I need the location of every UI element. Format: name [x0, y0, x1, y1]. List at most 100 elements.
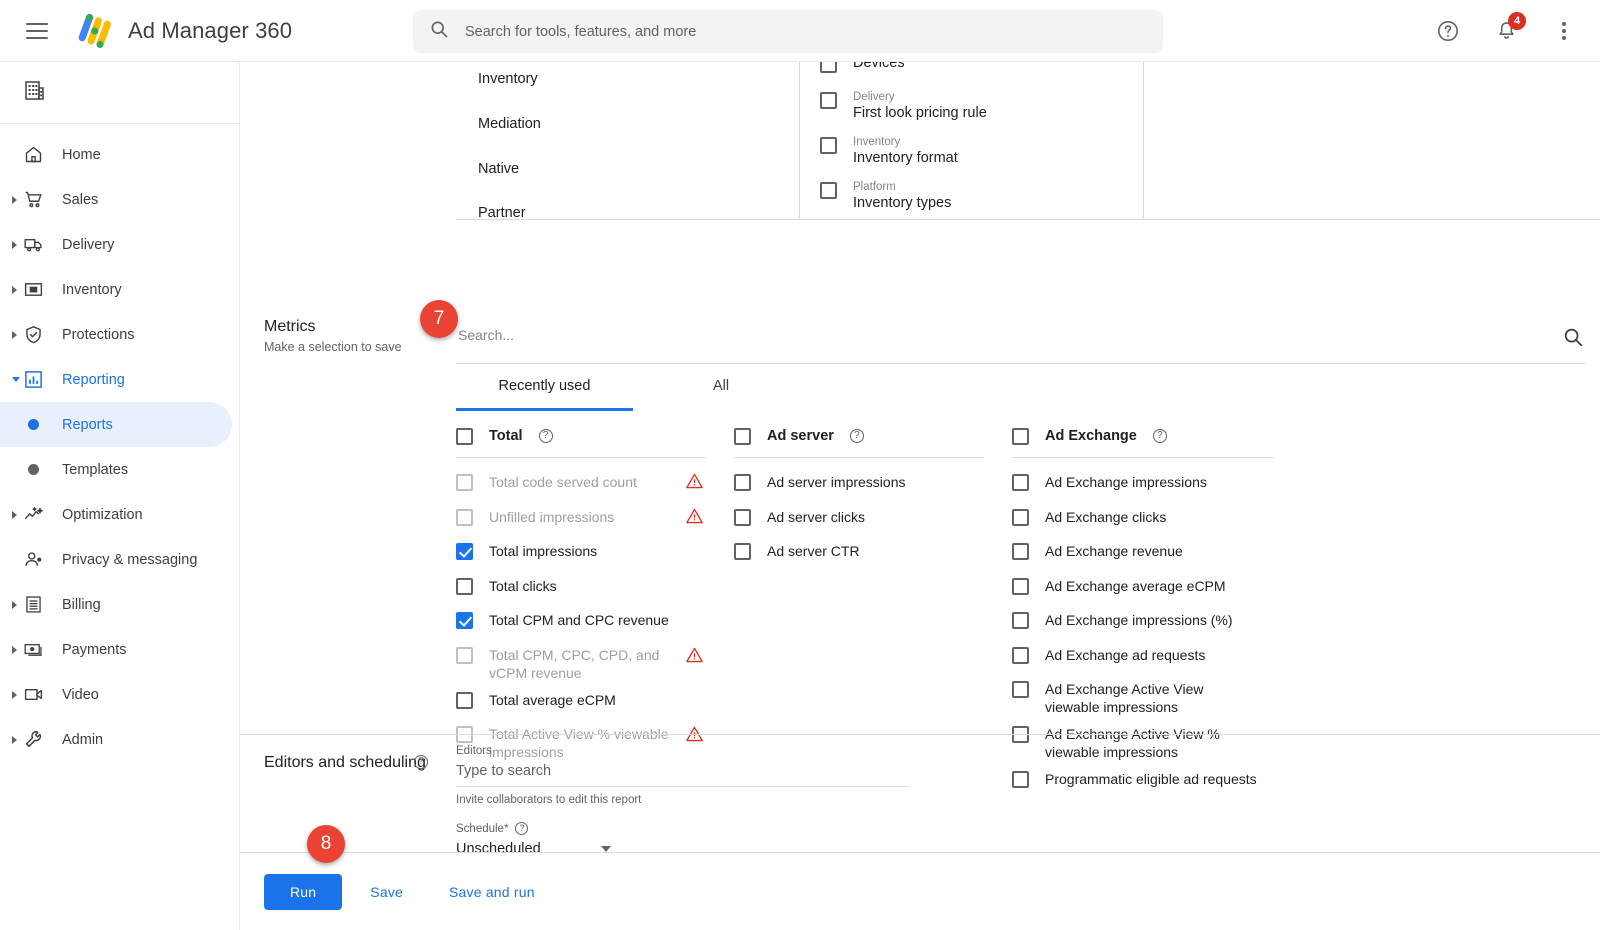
dimension-category[interactable]: Partner — [478, 205, 526, 221]
account-name-redacted — [62, 78, 184, 108]
run-button[interactable]: Run — [264, 873, 343, 910]
metric-option[interactable]: Total code served count — [456, 472, 734, 499]
metric-option[interactable]: Ad server CTR — [734, 541, 1012, 568]
dimension-checkbox[interactable] — [820, 92, 837, 109]
help-circle-icon[interactable] — [1430, 13, 1466, 49]
metric-checkbox[interactable] — [1012, 646, 1029, 664]
metric-option[interactable]: Ad Exchange average eCPM — [1012, 576, 1312, 603]
save-button[interactable]: Save — [352, 874, 421, 910]
metric-option[interactable]: Total impressions — [456, 541, 734, 568]
global-search[interactable] — [413, 10, 1163, 53]
sidebar-item-admin[interactable]: Admin — [0, 717, 239, 762]
metric-checkbox[interactable] — [1012, 508, 1029, 526]
sidebar-item-privacy-messaging[interactable]: Privacy & messaging — [0, 537, 239, 582]
metric-label: Ad Exchange impressions — [1045, 474, 1207, 490]
metric-checkbox[interactable] — [734, 543, 751, 560]
metrics-group-header[interactable]: Ad Exchange ? — [1012, 426, 1274, 458]
main-content: Inventory Mediation Native Partner Devic… — [240, 62, 1600, 930]
metric-option[interactable]: Unfilled impressions — [456, 507, 734, 534]
metric-option[interactable]: Total CPM and CPC revenue — [456, 610, 734, 637]
dimension-checkbox[interactable] — [820, 182, 837, 199]
metric-label: Ad Exchange impressions (%) — [1045, 612, 1233, 628]
dimension-checkbox[interactable] — [820, 137, 837, 154]
metric-checkbox[interactable] — [456, 577, 473, 595]
account-switcher[interactable] — [0, 62, 239, 124]
metric-checkbox[interactable] — [1012, 577, 1029, 595]
metric-checkbox[interactable] — [734, 508, 751, 526]
group-checkbox[interactable] — [734, 428, 751, 445]
metric-checkbox[interactable] — [1012, 612, 1029, 629]
more-vert-icon[interactable] — [1546, 13, 1582, 49]
editors-input[interactable] — [456, 757, 909, 787]
save-and-run-button[interactable]: Save and run — [431, 874, 553, 910]
dimension-category[interactable]: Mediation — [478, 116, 541, 132]
editors-field-label: Editors — [456, 745, 492, 757]
metric-checkbox[interactable] — [456, 691, 473, 709]
dimension-category[interactable]: Native — [478, 161, 519, 177]
dimension-option[interactable]: Inventory Inventory format — [820, 135, 958, 168]
metric-option[interactable]: Ad Exchange revenue — [1012, 541, 1312, 568]
sidebar-item-sales[interactable]: Sales — [0, 177, 239, 222]
metric-option[interactable]: Ad Exchange ad requests — [1012, 645, 1312, 672]
sidebar-item-home[interactable]: Home — [0, 132, 239, 177]
dimension-option[interactable]: Devices — [820, 62, 905, 73]
metric-checkbox[interactable] — [1012, 681, 1029, 698]
help-circle-icon[interactable]: ? — [414, 755, 428, 769]
search-icon[interactable] — [1562, 326, 1584, 353]
metric-option[interactable]: Total CPM, CPC, CPD, and vCPM revenue — [456, 645, 734, 682]
help-circle-icon[interactable]: ? — [849, 428, 864, 443]
metric-option[interactable]: Ad Exchange impressions — [1012, 472, 1312, 499]
metrics-group-header[interactable]: Total ? — [456, 426, 706, 458]
sidebar-item-protections[interactable]: Protections — [0, 312, 239, 357]
bell-icon[interactable]: 4 — [1488, 12, 1526, 49]
hamburger-icon[interactable] — [20, 14, 54, 48]
metric-checkbox[interactable] — [456, 474, 473, 491]
notification-badge: 4 — [1508, 12, 1526, 30]
metric-option[interactable]: Total average eCPM — [456, 690, 734, 717]
metric-checkbox[interactable] — [1012, 543, 1029, 560]
tab-recently-used[interactable]: Recently used — [456, 378, 633, 411]
help-circle-icon[interactable]: ? — [538, 428, 553, 443]
metrics-subtitle: Make a selection to save — [264, 340, 402, 354]
chevron-right-icon — [12, 510, 17, 519]
metric-checkbox[interactable] — [734, 474, 751, 491]
metric-option[interactable]: Ad Exchange clicks — [1012, 507, 1312, 534]
metrics-search[interactable] — [456, 326, 1586, 364]
receipt-icon — [22, 594, 44, 616]
metrics-group-header[interactable]: Ad server ? — [734, 426, 984, 458]
dimension-option[interactable]: Platform Inventory types — [820, 180, 951, 213]
sidebar-item-optimization[interactable]: Optimization — [0, 492, 239, 537]
metric-checkbox[interactable] — [456, 508, 473, 526]
metric-checkbox[interactable] — [456, 543, 473, 560]
metric-checkbox[interactable] — [456, 612, 473, 629]
sidebar-item-reporting[interactable]: Reporting — [0, 357, 239, 402]
group-checkbox[interactable] — [1012, 428, 1029, 445]
sidebar-item-delivery[interactable]: Delivery — [0, 222, 239, 267]
sidebar-item-video[interactable]: Video — [0, 672, 239, 717]
metric-option[interactable]: Ad server impressions — [734, 472, 1012, 499]
dimension-option[interactable]: Delivery First look pricing rule — [820, 90, 987, 123]
metric-checkbox[interactable] — [1012, 474, 1029, 491]
sidebar-item-payments[interactable]: Payments — [0, 627, 239, 672]
tab-all[interactable]: All — [633, 378, 809, 408]
help-circle-icon[interactable]: ? — [515, 822, 529, 835]
dimension-checkbox[interactable] — [820, 62, 837, 73]
sidebar-item-inventory[interactable]: Inventory — [0, 267, 239, 312]
schedule-label-row: Schedule* ? — [456, 822, 916, 835]
metric-option[interactable]: Ad Exchange Active View viewable impress… — [1012, 679, 1312, 716]
metrics-search-input[interactable] — [456, 326, 1356, 344]
home-icon — [22, 144, 44, 166]
sidebar-item-templates[interactable]: Templates — [0, 447, 232, 492]
metric-label: Ad server CTR — [767, 543, 860, 559]
metric-checkbox[interactable] — [456, 646, 473, 664]
group-checkbox[interactable] — [456, 428, 473, 445]
search-input[interactable] — [463, 22, 1147, 41]
annotation-badge-8: 8 — [307, 825, 345, 863]
help-circle-icon[interactable]: ? — [1152, 428, 1167, 443]
dimension-category[interactable]: Inventory — [478, 71, 538, 87]
sidebar-item-reports[interactable]: Reports — [0, 402, 232, 447]
metric-option[interactable]: Ad server clicks — [734, 507, 1012, 534]
metric-option[interactable]: Ad Exchange impressions (%) — [1012, 610, 1312, 637]
metric-option[interactable]: Total clicks — [456, 576, 734, 603]
sidebar-item-billing[interactable]: Billing — [0, 582, 239, 627]
